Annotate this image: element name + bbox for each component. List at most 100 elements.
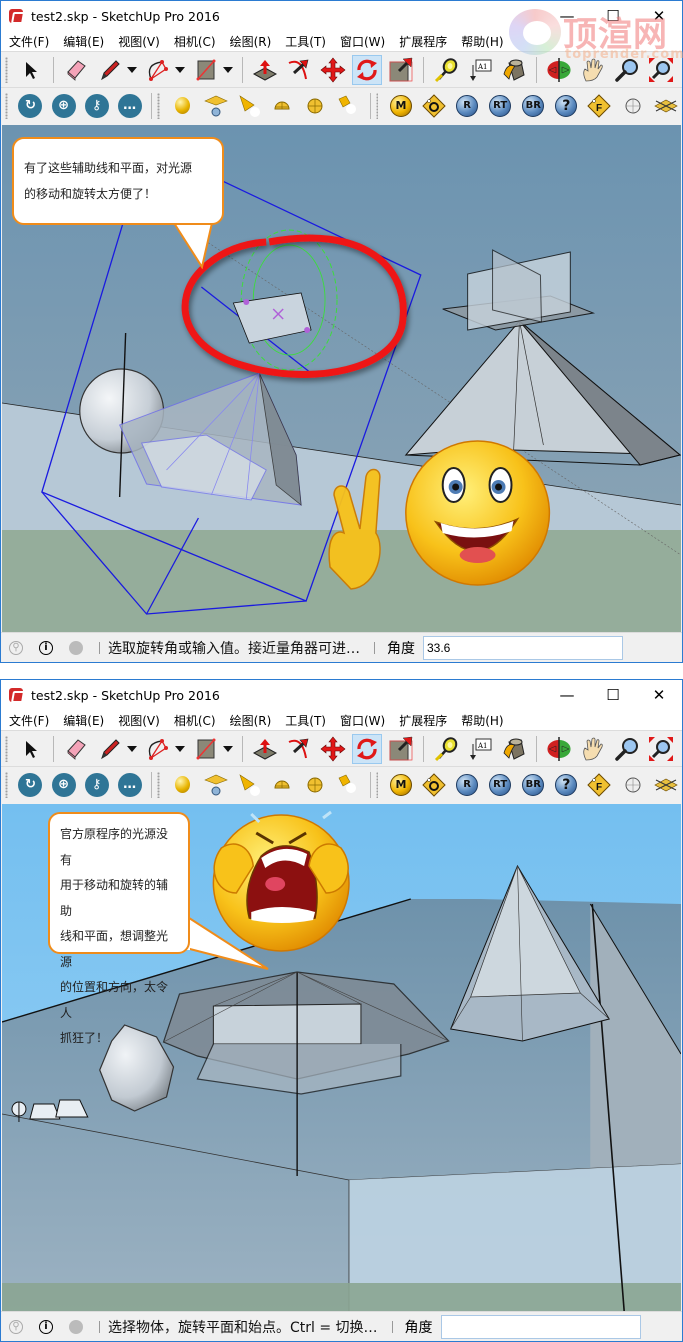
arc-tool[interactable] <box>143 734 173 764</box>
pan-tool[interactable] <box>578 734 608 764</box>
line-dropdown-arrow[interactable] <box>127 55 137 85</box>
render-region-button[interactable]: RT <box>486 770 515 800</box>
text-tool[interactable]: A1 <box>465 734 495 764</box>
share-button[interactable]: … <box>115 770 144 800</box>
spot-light-button[interactable] <box>234 91 263 121</box>
render-region-button[interactable]: RT <box>486 91 515 121</box>
geolocation-icon[interactable]: ⚲ <box>9 1319 23 1334</box>
menu-draw[interactable]: 绘图(R) <box>225 33 277 50</box>
eraser-tool[interactable] <box>61 734 91 764</box>
point-light-button[interactable] <box>168 770 197 800</box>
ies-light-button[interactable] <box>333 770 362 800</box>
sphere-object-button[interactable] <box>618 770 647 800</box>
minimize-button[interactable]: — <box>544 1 590 31</box>
paint-bucket-tool[interactable] <box>499 734 529 764</box>
material-editor-button[interactable]: M <box>386 770 415 800</box>
geolocation-icon[interactable]: ⚲ <box>9 640 23 655</box>
rectangle-tool[interactable] <box>191 734 221 764</box>
options-tag-button[interactable] <box>420 91 449 121</box>
spot-plane-light-button[interactable] <box>201 91 230 121</box>
arc-dropdown-arrow[interactable] <box>175 55 185 85</box>
menu-edit[interactable]: 编辑(E) <box>58 33 109 50</box>
zoom-extents-tool[interactable] <box>646 55 676 85</box>
zoom-tool[interactable] <box>612 734 642 764</box>
orbit-tool[interactable] <box>544 734 574 764</box>
menu-camera[interactable]: 相机(C) <box>169 712 221 729</box>
user-account-icon[interactable] <box>69 1319 83 1334</box>
menu-extensions[interactable]: 扩展程序 <box>394 712 452 729</box>
menu-help[interactable]: 帮助(H) <box>456 33 508 50</box>
move-tool[interactable] <box>318 734 348 764</box>
close-button[interactable]: ✕ <box>636 1 682 31</box>
shape-dropdown-arrow[interactable] <box>223 734 233 764</box>
scale-tool[interactable] <box>386 55 416 85</box>
3d-warehouse-button[interactable]: ↻ <box>16 91 45 121</box>
sphere-light-button[interactable] <box>300 91 329 121</box>
rotate-tool[interactable] <box>352 733 382 764</box>
push-pull-tool[interactable] <box>250 734 280 764</box>
ies-light-button[interactable] <box>333 91 362 121</box>
render-button[interactable]: R <box>453 91 482 121</box>
paint-bucket-tool[interactable] <box>499 55 529 85</box>
plane-object-button[interactable] <box>651 770 680 800</box>
help-button[interactable]: ? <box>552 770 581 800</box>
layout-button[interactable]: ⚷ <box>82 91 111 121</box>
render-button[interactable]: R <box>453 770 482 800</box>
toolbar-grip[interactable] <box>157 92 161 119</box>
extension-warehouse-button[interactable]: ⊕ <box>49 770 78 800</box>
minimize-button[interactable]: — <box>544 680 590 710</box>
tape-measure-tool[interactable] <box>431 734 461 764</box>
help-button[interactable]: ? <box>552 91 581 121</box>
frame-tag-button[interactable]: F <box>585 91 614 121</box>
menu-file[interactable]: 文件(F) <box>4 712 54 729</box>
menu-window[interactable]: 窗口(W) <box>335 33 390 50</box>
zoom-tool[interactable] <box>612 55 642 85</box>
dome-light-button[interactable] <box>267 770 296 800</box>
line-tool[interactable] <box>95 734 125 764</box>
arc-dropdown-arrow[interactable] <box>175 734 185 764</box>
follow-me-tool[interactable] <box>284 55 314 85</box>
info-icon[interactable]: i <box>39 1319 53 1334</box>
menu-edit[interactable]: 编辑(E) <box>58 712 109 729</box>
pan-tool[interactable] <box>578 55 608 85</box>
toolbar-grip[interactable] <box>5 771 8 798</box>
rectangle-tool[interactable] <box>191 55 221 85</box>
toolbar-grip[interactable] <box>5 56 8 83</box>
menu-view[interactable]: 视图(V) <box>113 712 165 729</box>
batch-render-button[interactable]: BR <box>519 91 548 121</box>
menu-tools[interactable]: 工具(T) <box>280 712 331 729</box>
toolbar-grip[interactable] <box>375 92 379 119</box>
extension-warehouse-button[interactable]: ⊕ <box>49 91 78 121</box>
point-light-button[interactable] <box>168 91 197 121</box>
sphere-light-button[interactable] <box>300 770 329 800</box>
menu-file[interactable]: 文件(F) <box>4 33 54 50</box>
tape-measure-tool[interactable] <box>431 55 461 85</box>
arc-tool[interactable] <box>143 55 173 85</box>
scale-tool[interactable] <box>386 734 416 764</box>
frame-tag-button[interactable]: F <box>585 770 614 800</box>
user-account-icon[interactable] <box>69 640 83 655</box>
model-viewport[interactable]: 官方原程序的光源没有 用于移动和旋转的辅助 线和平面，想调整光源 的位置和方向，… <box>2 804 681 1311</box>
menu-tools[interactable]: 工具(T) <box>280 33 331 50</box>
menu-view[interactable]: 视图(V) <box>113 33 165 50</box>
toolbar-grip[interactable] <box>157 771 161 798</box>
orbit-tool[interactable] <box>544 55 574 85</box>
text-tool[interactable]: A1 <box>465 55 495 85</box>
share-button[interactable]: … <box>115 91 144 121</box>
push-pull-tool[interactable] <box>250 55 280 85</box>
layout-button[interactable]: ⚷ <box>82 770 111 800</box>
line-tool[interactable] <box>95 55 125 85</box>
move-tool[interactable] <box>318 55 348 85</box>
batch-render-button[interactable]: BR <box>519 770 548 800</box>
rotate-tool[interactable] <box>352 54 382 85</box>
zoom-extents-tool[interactable] <box>646 734 676 764</box>
options-tag-button[interactable] <box>420 770 449 800</box>
menu-help[interactable]: 帮助(H) <box>456 712 508 729</box>
follow-me-tool[interactable] <box>284 734 314 764</box>
spot-plane-light-button[interactable] <box>201 770 230 800</box>
model-viewport[interactable]: 有了这些辅助线和平面，对光源 的移动和旋转太方便了！ <box>2 125 681 632</box>
shape-dropdown-arrow[interactable] <box>223 55 233 85</box>
menu-camera[interactable]: 相机(C) <box>169 33 221 50</box>
spot-light-button[interactable] <box>234 770 263 800</box>
dome-light-button[interactable] <box>267 91 296 121</box>
